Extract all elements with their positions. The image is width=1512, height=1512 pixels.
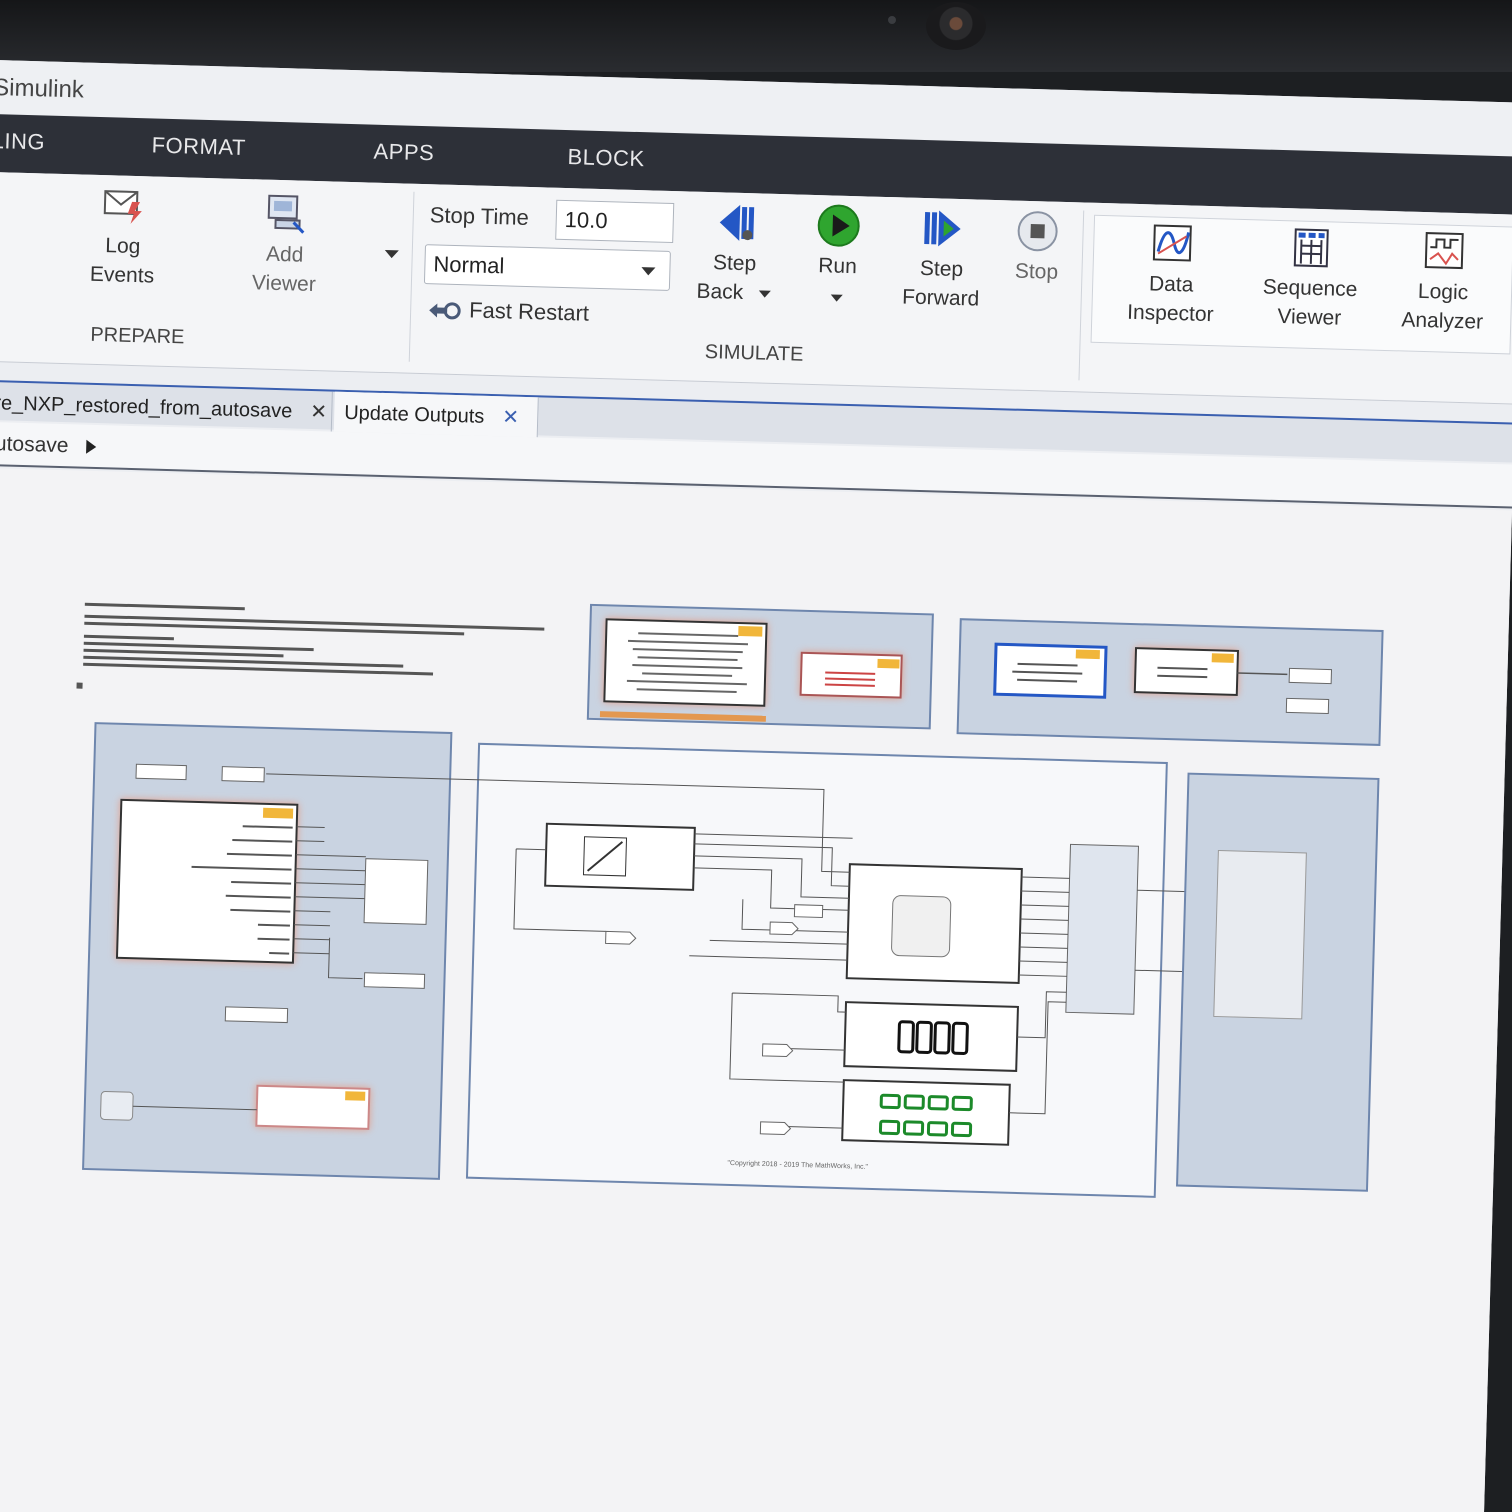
stop-label: Stop — [1014, 259, 1059, 284]
add-viewer-label-1: Add — [265, 242, 304, 267]
add-viewer-label-2: Viewer — [251, 271, 317, 297]
webcam — [926, 2, 986, 50]
play-icon — [817, 204, 860, 247]
run-chevron-icon[interactable] — [830, 294, 843, 302]
log-events-button[interactable]: Log Events — [80, 183, 167, 291]
data-inspector-label-2: Inspector — [1126, 300, 1214, 327]
camera-sensor — [888, 16, 896, 24]
output-area[interactable] — [1176, 772, 1380, 1192]
prepare-more-chevron-icon[interactable] — [383, 247, 401, 261]
prepare-group: Log Events Add Viewer PREPARE — [0, 179, 415, 362]
step-forward-icon — [924, 210, 961, 247]
run-button[interactable]: Run — [801, 203, 874, 311]
breadcrumb-item[interactable]: autosave — [0, 432, 69, 457]
close-icon[interactable]: ✕ — [310, 401, 327, 423]
stop-time-input[interactable] — [555, 199, 675, 244]
simulation-mode-value: Normal — [433, 251, 505, 279]
tab-update-outputs[interactable]: Update Outputs ✕ — [333, 391, 539, 438]
fast-restart-icon — [429, 302, 461, 320]
tab-modeling[interactable]: LING — [0, 128, 45, 155]
log-events-label-2: Events — [89, 262, 155, 288]
step-back-button[interactable]: Step Back — [693, 200, 776, 308]
data-inspector-icon — [1152, 224, 1192, 262]
log-events-label-1: Log — [105, 234, 141, 259]
simulate-group-label: SIMULATE — [704, 340, 804, 366]
stop-button[interactable]: Stop — [1004, 208, 1070, 287]
model-diagram[interactable]: "Copyright 2018 - 2019 The MathWorks, In… — [0, 468, 1482, 1512]
simulink-window: Simulink LING FORMAT APPS BLOCK Log Even… — [0, 60, 1512, 1512]
close-icon[interactable]: ✕ — [502, 406, 519, 428]
sequence-viewer-label-1: Sequence — [1262, 275, 1358, 302]
logic-analyzer-button[interactable]: Logic Analyzer — [1392, 228, 1495, 337]
tab-apps[interactable]: APPS — [373, 139, 434, 167]
prepare-group-label: PREPARE — [90, 323, 185, 349]
envelope-bolt-icon — [103, 190, 142, 224]
sequence-viewer-label-2: Viewer — [1277, 304, 1342, 330]
step-forward-label-2: Forward — [901, 285, 980, 311]
monitor-bezel — [0, 0, 1512, 72]
chevron-down-icon — [641, 267, 656, 276]
sequence-viewer-button[interactable]: Sequence Viewer — [1254, 224, 1367, 333]
tab-block[interactable]: BLOCK — [567, 144, 645, 172]
step-back-label-2: Back — [696, 279, 744, 305]
add-viewer-button[interactable]: Add Viewer — [241, 191, 328, 299]
logic-analyzer-label-2: Analyzer — [1401, 308, 1484, 334]
step-forward-label-1: Step — [919, 256, 964, 282]
step-back-chevron-icon[interactable] — [758, 290, 772, 298]
simulate-group: Stop Time Normal Fast Restart — [413, 191, 1085, 381]
step-forward-button[interactable]: Step Forward — [895, 205, 988, 313]
logic-analyzer-icon — [1424, 232, 1464, 270]
data-inspector-button[interactable]: Data Inspector — [1120, 221, 1223, 330]
viewer-icon — [267, 194, 305, 234]
model-canvas[interactable]: "Copyright 2018 - 2019 The MathWorks, In… — [0, 467, 1512, 1512]
config-area[interactable] — [586, 603, 934, 730]
stop-icon — [1017, 211, 1058, 252]
tab-update-outputs-label: Update Outputs — [343, 401, 485, 428]
logic-analyzer-label-1: Logic — [1417, 279, 1469, 305]
peripheral-config-area[interactable] — [956, 618, 1384, 746]
stop-time-label: Stop Time — [429, 202, 530, 230]
input-area[interactable] — [82, 722, 453, 1180]
review-results-group: Data Inspector Sequence Viewer Logic Ana… — [1090, 214, 1512, 355]
step-back-label-1: Step — [712, 251, 757, 276]
screen-photo: Simulink LING FORMAT APPS BLOCK Log Even… — [0, 0, 1512, 1512]
step-back-icon — [719, 204, 755, 241]
sequence-viewer-icon — [1293, 228, 1329, 268]
data-inspector-label-1: Data — [1148, 272, 1194, 297]
fast-restart-label: Fast Restart — [468, 297, 590, 326]
run-label: Run — [817, 254, 858, 279]
app-title: Simulink — [0, 73, 85, 104]
simulation-mode-select[interactable]: Normal — [423, 244, 671, 291]
chevron-right-icon[interactable] — [84, 439, 98, 455]
tab-model-autosave-label: re_NXP_restored_from_autosave — [0, 392, 293, 423]
model-description-annotation — [76, 602, 545, 689]
fast-restart-toggle[interactable]: Fast Restart — [427, 296, 589, 327]
tab-format[interactable]: FORMAT — [151, 132, 246, 161]
